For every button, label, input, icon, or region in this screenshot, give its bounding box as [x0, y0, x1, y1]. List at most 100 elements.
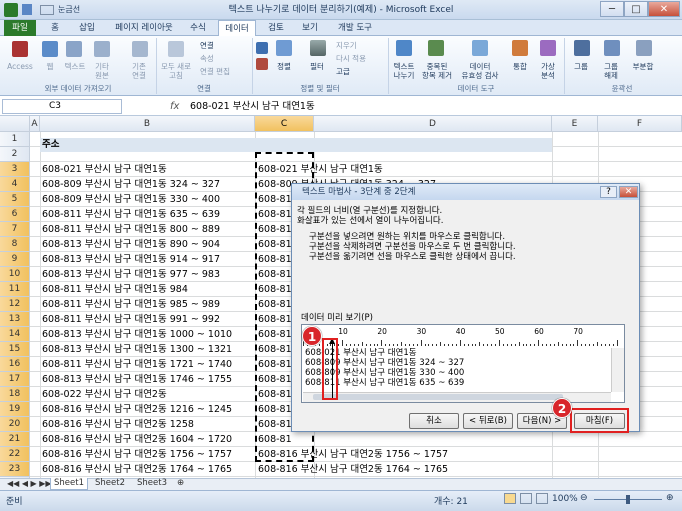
cell-b[interactable]: 608-816 부산시 남구 대연2동 1756 ~ 1757: [40, 447, 252, 462]
cell-b[interactable]: 608-816 부산시 남구 대연2동 1764 ~ 1765: [40, 462, 252, 477]
row-header[interactable]: 20: [0, 417, 30, 432]
tab-view[interactable]: 보기: [296, 20, 324, 36]
fx-icon[interactable]: fx: [170, 99, 184, 114]
page-break-view-icon[interactable]: [536, 493, 548, 504]
cell-b[interactable]: 608-813 부산시 남구 대연1동 1300 ~ 1321: [40, 342, 252, 357]
row-header[interactable]: 17: [0, 372, 30, 387]
row-header[interactable]: 15: [0, 342, 30, 357]
tab-formulas[interactable]: 수식: [184, 20, 212, 36]
web-button[interactable]: 웹: [38, 62, 62, 71]
close-button[interactable]: ✕: [648, 1, 680, 17]
row-header[interactable]: 19: [0, 402, 30, 417]
row-header[interactable]: 7: [0, 222, 30, 237]
cell-b[interactable]: 608-811 부산시 남구 대연1동 991 ~ 992: [40, 312, 252, 327]
preview-vertical-scrollbar[interactable]: [611, 348, 624, 392]
zoom-in-icon[interactable]: ⊕: [666, 493, 674, 503]
column-header-f[interactable]: F: [598, 116, 682, 132]
sheet-tab-3[interactable]: Sheet3: [134, 478, 170, 490]
row-header[interactable]: 23: [0, 462, 30, 477]
cell-b[interactable]: 608-022 부산시 남구 대연2동: [40, 387, 252, 402]
cell-b[interactable]: 608-811 부산시 남구 대연1동 635 ~ 639: [40, 207, 252, 222]
row-header[interactable]: 3: [0, 162, 30, 177]
sort-button[interactable]: 정렬: [270, 62, 298, 71]
minimize-button[interactable]: ─: [600, 1, 624, 17]
cell-b[interactable]: 608-813 부산시 남구 대연1동 1000 ~ 1010: [40, 327, 252, 342]
tab-review[interactable]: 검토: [262, 20, 290, 36]
ungroup-button[interactable]: 그룹 해제: [596, 62, 626, 80]
maximize-button[interactable]: □: [624, 1, 648, 17]
existing-connections-button[interactable]: 기존 연결: [124, 62, 154, 80]
column-header-e[interactable]: E: [552, 116, 598, 132]
zoom-slider-thumb[interactable]: [626, 495, 630, 504]
cell-c[interactable]: 608-816 부산시 남구 대연2동 1764 ~ 1765: [256, 462, 448, 477]
what-if-button[interactable]: 가상 분석: [534, 62, 562, 80]
cell-b[interactable]: 608-811 부산시 남구 대연1동 984: [40, 282, 252, 297]
consolidate-button[interactable]: 통합: [506, 62, 534, 71]
header-cell-b2[interactable]: 주소: [40, 138, 552, 152]
cell-b[interactable]: 608-816 부산시 남구 대연2동 1258: [40, 417, 252, 432]
tab-home[interactable]: 홈: [44, 20, 66, 36]
sheet-nav-arrows-icon[interactable]: ◀◀ ◀ ▶ ▶▶: [4, 478, 55, 490]
remove-duplicates-button[interactable]: 중복된 항목 제거: [418, 62, 456, 80]
cell-b[interactable]: 608-811 부산시 남구 대연1동 800 ~ 889: [40, 222, 252, 237]
page-layout-view-icon[interactable]: [520, 493, 532, 504]
other-sources-button[interactable]: 기타 원본: [88, 62, 116, 80]
group-button[interactable]: 그룹: [566, 62, 596, 71]
row-header[interactable]: 8: [0, 237, 30, 252]
column-header-c[interactable]: C: [255, 116, 314, 132]
zoom-out-icon[interactable]: ⊖: [580, 493, 588, 503]
row-header[interactable]: 11: [0, 282, 30, 297]
row-header[interactable]: 14: [0, 327, 30, 342]
row-header[interactable]: 4: [0, 177, 30, 192]
refresh-all-button[interactable]: 모두 새로 고침: [158, 62, 194, 80]
connections-button[interactable]: 연결: [200, 41, 240, 50]
sort-az-icon[interactable]: [256, 42, 268, 54]
sort-za-icon[interactable]: [256, 58, 268, 70]
text-to-columns-button[interactable]: 텍스트 나누기: [388, 62, 420, 80]
formula-input[interactable]: 608-021 부산시 남구 대연1동: [190, 99, 670, 114]
new-sheet-icon[interactable]: ⊕: [174, 478, 187, 490]
clear-button[interactable]: 지우기: [336, 41, 380, 50]
gridlines-checkbox[interactable]: [40, 5, 54, 15]
data-validation-button[interactable]: 데이터 유효성 검사: [456, 62, 504, 80]
cell-b[interactable]: 608-813 부산시 남구 대연1동 914 ~ 917: [40, 252, 252, 267]
column-header-b[interactable]: B: [40, 116, 255, 132]
cell-b[interactable]: 608-813 부산시 남구 대연1동 977 ~ 983: [40, 267, 252, 282]
cell-b[interactable]: 608-811 부산시 남구 대연1동 1721 ~ 1740: [40, 357, 252, 372]
cell-b[interactable]: 608-813 부산시 남구 대연1동 1746 ~ 1755: [40, 372, 252, 387]
filter-button[interactable]: 필터: [302, 62, 332, 71]
zoom-level[interactable]: 100%: [552, 494, 578, 504]
dialog-close-button[interactable]: ✕: [619, 186, 638, 198]
column-header-a[interactable]: A: [30, 116, 40, 132]
cell-b[interactable]: 608-021 부산시 남구 대연1동: [40, 162, 252, 177]
cell-b[interactable]: 608-809 부산시 남구 대연1동 324 ~ 327: [40, 177, 252, 192]
back-button[interactable]: < 뒤로(B): [463, 413, 513, 429]
select-all-corner[interactable]: [0, 116, 30, 132]
tab-file[interactable]: 파일: [4, 20, 36, 36]
properties-button[interactable]: 속성: [200, 54, 240, 63]
cell-b[interactable]: 608-816 부산시 남구 대연2동 1216 ~ 1245: [40, 402, 252, 417]
sheet-tab-1[interactable]: Sheet1: [50, 478, 88, 490]
cell-b[interactable]: 608-816 부산시 남구 대연2동 1604 ~ 1720: [40, 432, 252, 447]
column-header-d[interactable]: D: [314, 116, 552, 132]
row-header[interactable]: 16: [0, 357, 30, 372]
access-button[interactable]: Access: [2, 62, 38, 71]
cell-b[interactable]: 608-809 부산시 남구 대연1동 330 ~ 400: [40, 192, 252, 207]
reapply-button[interactable]: 다시 적용: [336, 54, 386, 63]
normal-view-icon[interactable]: [504, 493, 516, 504]
name-box[interactable]: C3: [2, 99, 122, 114]
row-header[interactable]: 9: [0, 252, 30, 267]
cancel-button[interactable]: 취소: [409, 413, 459, 429]
cell-b[interactable]: 608-813 부산시 남구 대연1동 890 ~ 904: [40, 237, 252, 252]
dialog-help-button[interactable]: ?: [600, 186, 617, 198]
row-header[interactable]: 18: [0, 387, 30, 402]
tab-developer[interactable]: 개발 도구: [332, 20, 378, 36]
row-header[interactable]: 5: [0, 192, 30, 207]
row-header[interactable]: 1: [0, 132, 30, 147]
row-header[interactable]: 21: [0, 432, 30, 447]
preview-scroll-thumb[interactable]: [313, 394, 563, 400]
cell-b[interactable]: 608-811 부산시 남구 대연1동 985 ~ 989: [40, 297, 252, 312]
tab-insert[interactable]: 삽입: [72, 20, 102, 36]
row-header[interactable]: 12: [0, 297, 30, 312]
tab-page-layout[interactable]: 페이지 레이아웃: [108, 20, 180, 36]
